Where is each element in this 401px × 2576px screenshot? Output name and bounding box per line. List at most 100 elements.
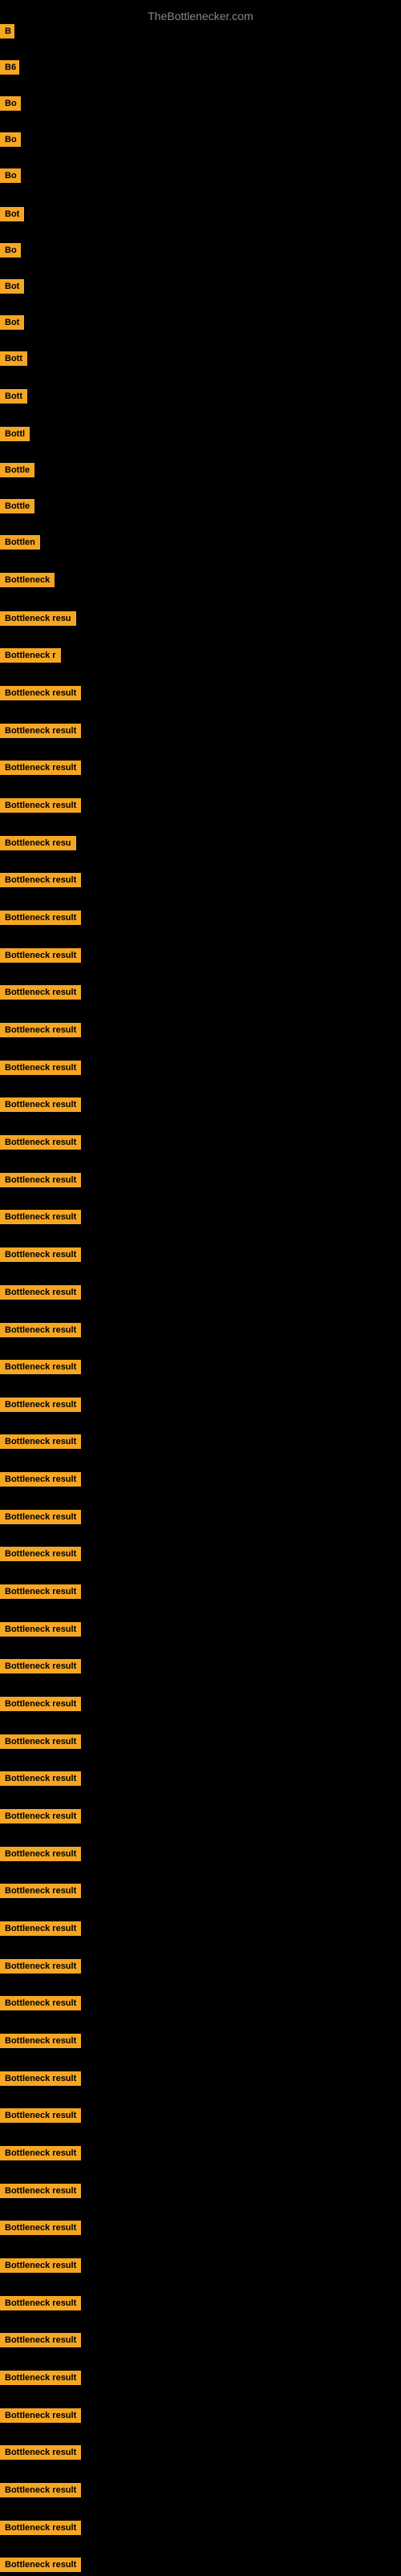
badge-label-7: Bo bbox=[0, 243, 21, 258]
badge-item-68: Bottleneck result bbox=[0, 2521, 81, 2539]
badge-item-26: Bottleneck result bbox=[0, 948, 81, 967]
badge-item-35: Bottleneck result bbox=[0, 1285, 81, 1304]
badge-label-69: Bottleneck result bbox=[0, 2558, 81, 2572]
site-title: TheBottlenecker.com bbox=[0, 3, 401, 26]
badge-item-22: Bottleneck result bbox=[0, 798, 81, 817]
badge-item-20: Bottleneck result bbox=[0, 724, 81, 742]
badge-item-31: Bottleneck result bbox=[0, 1135, 81, 1154]
badge-label-68: Bottleneck result bbox=[0, 2521, 81, 2535]
badge-item-24: Bottleneck result bbox=[0, 873, 81, 891]
badge-item-38: Bottleneck result bbox=[0, 1398, 81, 1416]
badge-item-14: Bottle bbox=[0, 499, 34, 517]
badge-item-17: Bottleneck resu bbox=[0, 611, 76, 630]
badge-item-42: Bottleneck result bbox=[0, 1547, 81, 1565]
badge-label-53: Bottleneck result bbox=[0, 1959, 81, 1974]
badge-label-50: Bottleneck result bbox=[0, 1847, 81, 1861]
badge-label-28: Bottleneck result bbox=[0, 1023, 81, 1037]
badge-item-3: Bo bbox=[0, 96, 21, 115]
badge-item-66: Bottleneck result bbox=[0, 2445, 81, 2464]
badge-item-30: Bottleneck result bbox=[0, 1097, 81, 1116]
badge-label-27: Bottleneck result bbox=[0, 985, 81, 1000]
badge-label-43: Bottleneck result bbox=[0, 1584, 81, 1599]
badge-label-2: B6 bbox=[0, 60, 19, 75]
badge-label-12: Bottl bbox=[0, 427, 30, 441]
badge-label-67: Bottleneck result bbox=[0, 2483, 81, 2497]
badge-label-4: Bo bbox=[0, 132, 21, 147]
badge-item-11: Bott bbox=[0, 389, 27, 408]
badge-item-21: Bottleneck result bbox=[0, 761, 81, 779]
badge-item-44: Bottleneck result bbox=[0, 1622, 81, 1641]
badge-label-18: Bottleneck r bbox=[0, 648, 61, 663]
badge-label-29: Bottleneck result bbox=[0, 1061, 81, 1075]
badge-item-54: Bottleneck result bbox=[0, 1996, 81, 2014]
badge-item-9: Bot bbox=[0, 315, 24, 334]
badge-label-30: Bottleneck result bbox=[0, 1097, 81, 1112]
badge-label-1: B bbox=[0, 24, 14, 39]
badge-item-47: Bottleneck result bbox=[0, 1734, 81, 1753]
badge-item-18: Bottleneck r bbox=[0, 648, 61, 667]
badge-label-15: Bottlen bbox=[0, 535, 40, 550]
badge-label-41: Bottleneck result bbox=[0, 1510, 81, 1524]
badge-label-6: Bot bbox=[0, 207, 24, 221]
badge-item-1: B bbox=[0, 24, 14, 43]
badge-item-63: Bottleneck result bbox=[0, 2333, 81, 2351]
badge-label-25: Bottleneck result bbox=[0, 911, 81, 925]
badge-item-28: Bottleneck result bbox=[0, 1023, 81, 1041]
badge-item-10: Bott bbox=[0, 351, 27, 370]
badge-label-8: Bot bbox=[0, 279, 24, 294]
badge-item-40: Bottleneck result bbox=[0, 1472, 81, 1491]
badge-item-7: Bo bbox=[0, 243, 21, 262]
badge-label-40: Bottleneck result bbox=[0, 1472, 81, 1487]
badge-item-5: Bo bbox=[0, 168, 21, 187]
badge-label-10: Bott bbox=[0, 351, 27, 366]
badge-label-42: Bottleneck result bbox=[0, 1547, 81, 1561]
badge-label-31: Bottleneck result bbox=[0, 1135, 81, 1150]
badge-label-58: Bottleneck result bbox=[0, 2146, 81, 2160]
badge-item-16: Bottleneck bbox=[0, 573, 55, 591]
badge-label-24: Bottleneck result bbox=[0, 873, 81, 887]
badge-label-60: Bottleneck result bbox=[0, 2221, 81, 2235]
badge-label-66: Bottleneck result bbox=[0, 2445, 81, 2460]
badge-item-37: Bottleneck result bbox=[0, 1360, 81, 1378]
badge-item-6: Bot bbox=[0, 207, 24, 225]
badge-item-55: Bottleneck result bbox=[0, 2034, 81, 2052]
badge-label-45: Bottleneck result bbox=[0, 1659, 81, 1673]
badge-label-55: Bottleneck result bbox=[0, 2034, 81, 2048]
badge-label-26: Bottleneck result bbox=[0, 948, 81, 963]
badge-item-29: Bottleneck result bbox=[0, 1061, 81, 1079]
badge-label-57: Bottleneck result bbox=[0, 2108, 81, 2123]
badge-item-19: Bottleneck result bbox=[0, 686, 81, 704]
badge-label-3: Bo bbox=[0, 96, 21, 111]
badge-item-49: Bottleneck result bbox=[0, 1809, 81, 1828]
badge-item-43: Bottleneck result bbox=[0, 1584, 81, 1603]
badge-label-36: Bottleneck result bbox=[0, 1323, 81, 1337]
badge-item-41: Bottleneck result bbox=[0, 1510, 81, 1528]
badge-item-61: Bottleneck result bbox=[0, 2258, 81, 2277]
badge-label-21: Bottleneck result bbox=[0, 761, 81, 775]
badge-label-35: Bottleneck result bbox=[0, 1285, 81, 1300]
badge-item-53: Bottleneck result bbox=[0, 1959, 81, 1978]
badge-label-22: Bottleneck result bbox=[0, 798, 81, 813]
badge-item-60: Bottleneck result bbox=[0, 2221, 81, 2239]
badge-label-34: Bottleneck result bbox=[0, 1247, 81, 1262]
badge-item-33: Bottleneck result bbox=[0, 1210, 81, 1228]
badge-item-12: Bottl bbox=[0, 427, 30, 445]
badge-item-32: Bottleneck result bbox=[0, 1173, 81, 1191]
badge-label-33: Bottleneck result bbox=[0, 1210, 81, 1224]
badge-label-47: Bottleneck result bbox=[0, 1734, 81, 1749]
badge-label-59: Bottleneck result bbox=[0, 2184, 81, 2198]
badge-label-17: Bottleneck resu bbox=[0, 611, 76, 626]
badge-item-52: Bottleneck result bbox=[0, 1921, 81, 1940]
badge-item-67: Bottleneck result bbox=[0, 2483, 81, 2501]
badge-label-51: Bottleneck result bbox=[0, 1884, 81, 1898]
badge-label-39: Bottleneck result bbox=[0, 1434, 81, 1449]
badge-item-65: Bottleneck result bbox=[0, 2408, 81, 2427]
badge-label-9: Bot bbox=[0, 315, 24, 330]
badge-item-27: Bottleneck result bbox=[0, 985, 81, 1004]
badge-item-34: Bottleneck result bbox=[0, 1247, 81, 1266]
badge-label-38: Bottleneck result bbox=[0, 1398, 81, 1412]
badge-label-44: Bottleneck result bbox=[0, 1622, 81, 1637]
badge-item-58: Bottleneck result bbox=[0, 2146, 81, 2164]
badge-item-51: Bottleneck result bbox=[0, 1884, 81, 1902]
badge-label-62: Bottleneck result bbox=[0, 2296, 81, 2310]
